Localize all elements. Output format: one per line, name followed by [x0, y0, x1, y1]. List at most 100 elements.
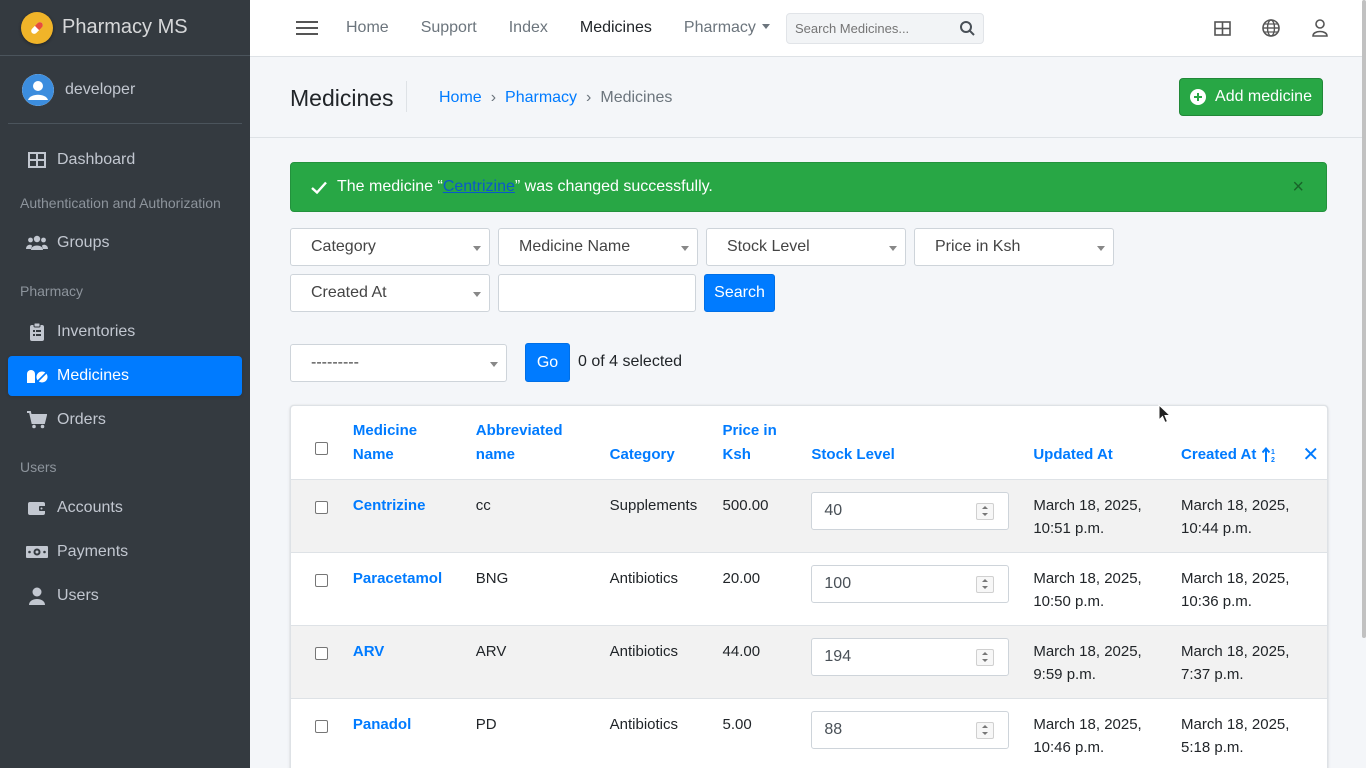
user-panel[interactable]: developer: [8, 56, 242, 124]
col-label: Name: [352, 445, 394, 463]
stock-level-input[interactable]: 40: [811, 491, 1010, 530]
search-button[interactable]: [951, 14, 983, 43]
select-all-checkbox[interactable]: [315, 441, 328, 455]
stock-value: 100: [824, 575, 852, 592]
stock-level-input[interactable]: 194: [811, 637, 1010, 676]
globe-icon[interactable]: [1261, 18, 1281, 38]
topnav-index-link[interactable]: Index: [509, 19, 548, 37]
topnav-support-link[interactable]: Support: [421, 19, 477, 37]
filter-category[interactable]: Category: [290, 228, 490, 266]
breadcrumb-home-link[interactable]: Home: [439, 89, 482, 107]
sidebar-item-payments[interactable]: Payments: [8, 532, 242, 572]
breadcrumb-current: Medicines: [600, 89, 673, 106]
page-scrollbar[interactable]: [1362, 0, 1366, 638]
filter-created-at-label: Created At: [311, 284, 387, 301]
cell-text: Antibiotics: [609, 569, 679, 587]
chevron-down-icon: [473, 246, 481, 251]
filter-stock-level[interactable]: Stock Level: [706, 228, 906, 266]
cell-text: 500.00: [722, 496, 769, 514]
alert-medicine-link[interactable]: Centrizine: [443, 178, 515, 196]
cell-price: 20.00: [723, 552, 812, 625]
cell-text: BNG: [475, 569, 509, 587]
cell-text: 5:18 p.m.: [1181, 738, 1244, 756]
cell-text: 10:36 p.m.: [1181, 592, 1252, 610]
medicine-name-link[interactable]: ARV: [353, 643, 384, 660]
row-checkbox[interactable]: [315, 573, 328, 587]
svg-text:2: 2: [1271, 457, 1275, 463]
filter-created-at[interactable]: Created At: [290, 274, 490, 312]
sidebar-item-groups[interactable]: Groups: [8, 223, 242, 263]
col-label: Category: [609, 445, 675, 463]
table-header-row: Medicine Name Abbreviated name Category Pr…: [291, 406, 1327, 479]
search-submit-label: Search: [714, 284, 765, 301]
sidebar-item-medicines[interactable]: Medicines: [8, 356, 242, 396]
add-medicine-button[interactable]: Add medicine: [1179, 78, 1323, 116]
breadcrumb-pharmacy-link[interactable]: Pharmacy: [505, 89, 577, 107]
sidebar-item-label: Payments: [57, 543, 129, 560]
medicine-name-link[interactable]: Panadol: [353, 716, 411, 733]
chevron-down-icon: [473, 292, 481, 297]
filter-price[interactable]: Price in Ksh: [914, 228, 1114, 266]
cell-price: 5.00: [723, 698, 812, 768]
cell-text: ARV: [475, 642, 507, 660]
topnav-pharmacy-label: Pharmacy: [683, 19, 756, 36]
svg-text:1: 1: [1271, 449, 1275, 456]
row-checkbox[interactable]: [315, 500, 328, 514]
main-content: Medicines Home › Pharmacy › Medicines Ad…: [250, 57, 1366, 768]
cell-text: 20.00: [722, 569, 761, 587]
filter-medicine-name[interactable]: Medicine Name: [498, 228, 698, 266]
medicine-name-link[interactable]: Paracetamol: [353, 570, 442, 587]
col-created-at[interactable]: Created At 12 ✕: [1181, 406, 1327, 479]
sidebar-item-inventories[interactable]: Inventories: [8, 312, 242, 352]
cell-text: March 18, 2025,: [1181, 569, 1290, 587]
row-checkbox[interactable]: [315, 719, 328, 733]
breadcrumb: Home › Pharmacy › Medicines: [439, 89, 672, 107]
col-price[interactable]: Price in Ksh: [723, 406, 812, 479]
topnav-home-link[interactable]: Home: [346, 19, 389, 37]
col-label: Ksh: [722, 445, 751, 463]
sidebar-item-dashboard[interactable]: Dashboard: [8, 140, 242, 180]
search-icon: [959, 21, 975, 36]
spinner-icon[interactable]: [976, 721, 995, 739]
go-button[interactable]: Go: [525, 343, 570, 382]
stock-level-input[interactable]: 100: [811, 564, 1010, 603]
chevron-down-icon: [1097, 246, 1105, 251]
menu-toggle-icon[interactable]: [296, 21, 318, 35]
stock-value: 40: [824, 502, 843, 519]
search-submit-button[interactable]: Search: [704, 274, 775, 312]
cell-text: Antibiotics: [609, 642, 679, 660]
close-icon[interactable]: ×: [1292, 177, 1304, 197]
sidebar-item-accounts[interactable]: Accounts: [8, 488, 242, 528]
cell-text: 7:37 p.m.: [1181, 665, 1244, 683]
spinner-icon[interactable]: [976, 575, 995, 593]
col-category[interactable]: Category: [610, 406, 723, 479]
row-select-cell: [291, 479, 353, 552]
col-label: Created At: [1181, 445, 1257, 463]
search-input[interactable]: [787, 21, 951, 36]
remove-sort-icon[interactable]: ✕: [1302, 443, 1319, 467]
spinner-icon[interactable]: [976, 502, 995, 520]
sort-ascending-icon[interactable]: 12: [1262, 446, 1280, 463]
search-text-field[interactable]: [498, 274, 696, 312]
stock-level-input[interactable]: 88: [811, 710, 1010, 749]
col-medicine-name[interactable]: Medicine Name: [353, 406, 476, 479]
col-stock-level[interactable]: Stock Level: [811, 406, 1033, 479]
medicine-name-link[interactable]: Centrizine: [353, 497, 426, 514]
user-account-icon[interactable]: [1310, 18, 1330, 38]
sidebar-item-users[interactable]: Users: [8, 576, 242, 616]
cell-text: 10:51 p.m.: [1033, 519, 1105, 537]
col-abbreviated-name[interactable]: Abbreviated name: [476, 406, 610, 479]
spinner-icon[interactable]: [976, 648, 995, 666]
cell-text: March 18, 2025,: [1181, 496, 1290, 514]
topnav-pharmacy-dropdown[interactable]: Pharmacy: [684, 19, 770, 37]
sidebar-item-orders[interactable]: Orders: [8, 400, 242, 440]
cell-created: March 18, 2025, 10:44 p.m.: [1181, 479, 1327, 552]
action-select[interactable]: ---------: [290, 344, 507, 382]
cell-stock: 40: [811, 479, 1033, 552]
brand[interactable]: Pharmacy MS: [0, 0, 250, 56]
stock-value: 88: [824, 721, 843, 738]
sidebar-item-label: Dashboard: [57, 151, 136, 168]
row-checkbox[interactable]: [315, 646, 328, 660]
dashboard-grid-icon[interactable]: [1212, 18, 1232, 38]
topnav-medicines-link[interactable]: Medicines: [580, 19, 652, 37]
